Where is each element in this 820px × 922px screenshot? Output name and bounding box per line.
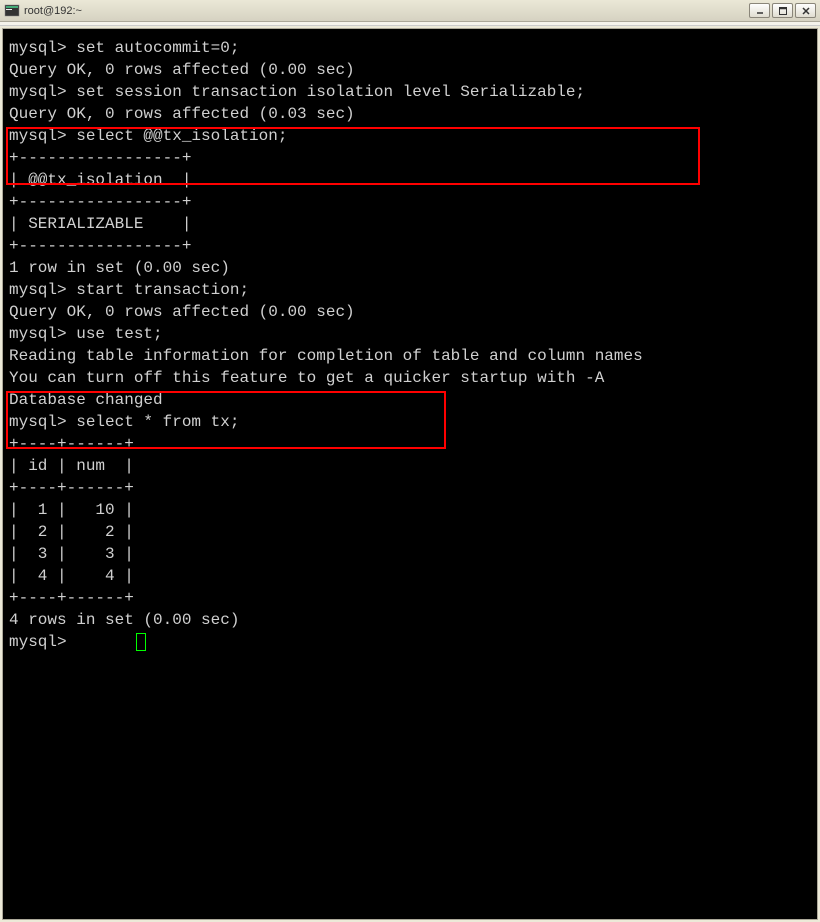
close-icon bbox=[801, 6, 811, 16]
terminal-line: Query OK, 0 rows affected (0.00 sec) bbox=[9, 301, 811, 323]
terminal-line: +----+------+ bbox=[9, 587, 811, 609]
window-title: root@192:~ bbox=[24, 5, 749, 17]
terminal-line: +----+------+ bbox=[9, 477, 811, 499]
terminal-line: mysql> use test; bbox=[9, 323, 811, 345]
app-icon bbox=[4, 3, 20, 19]
terminal-line: | 2 | 2 | bbox=[9, 521, 811, 543]
terminal-line: mysql> set session transaction isolation… bbox=[9, 81, 811, 103]
terminal-line: mysql> start transaction; bbox=[9, 279, 811, 301]
terminal-line: +----+------+ bbox=[9, 433, 811, 455]
terminal-line: | 1 | 10 | bbox=[9, 499, 811, 521]
terminal-line: | 3 | 3 | bbox=[9, 543, 811, 565]
terminal-line: +-----------------+ bbox=[9, 191, 811, 213]
maximize-icon bbox=[778, 6, 788, 16]
terminal-line: mysql> select @@tx_isolation; bbox=[9, 125, 811, 147]
cursor bbox=[136, 633, 146, 651]
terminal-line: mysql> select * from tx; bbox=[9, 411, 811, 433]
minimize-icon bbox=[755, 6, 765, 16]
terminal-line: 1 row in set (0.00 sec) bbox=[9, 257, 811, 279]
minimize-button[interactable] bbox=[749, 3, 770, 18]
terminal-line: +-----------------+ bbox=[9, 235, 811, 257]
terminal-window: root@192:~ mysql> set autocommit=0; Quer… bbox=[0, 0, 820, 922]
close-button[interactable] bbox=[795, 3, 816, 18]
terminal-line: You can turn off this feature to get a q… bbox=[9, 367, 811, 389]
terminal-line: 4 rows in set (0.00 sec) bbox=[9, 609, 811, 631]
prompt-text: mysql> bbox=[9, 633, 76, 651]
terminal-line: | SERIALIZABLE | bbox=[9, 213, 811, 235]
terminal-line: Database changed bbox=[9, 389, 811, 411]
terminal-line: Query OK, 0 rows affected (0.03 sec) bbox=[9, 103, 811, 125]
window-controls bbox=[749, 3, 816, 18]
terminal-line: | @@tx_isolation | bbox=[9, 169, 811, 191]
maximize-button[interactable] bbox=[772, 3, 793, 18]
terminal-line: | id | num | bbox=[9, 455, 811, 477]
terminal-prompt-line: mysql> bbox=[9, 631, 811, 653]
titlebar: root@192:~ bbox=[0, 0, 820, 22]
terminal-line: Query OK, 0 rows affected (0.00 sec) bbox=[9, 59, 811, 81]
terminal-line: Reading table information for completion… bbox=[9, 345, 811, 367]
terminal-line: +-----------------+ bbox=[9, 147, 811, 169]
terminal-area[interactable]: mysql> set autocommit=0; Query OK, 0 row… bbox=[2, 28, 818, 920]
terminal-line: mysql> set autocommit=0; bbox=[9, 37, 811, 59]
tab-strip bbox=[0, 22, 820, 26]
terminal-line: | 4 | 4 | bbox=[9, 565, 811, 587]
